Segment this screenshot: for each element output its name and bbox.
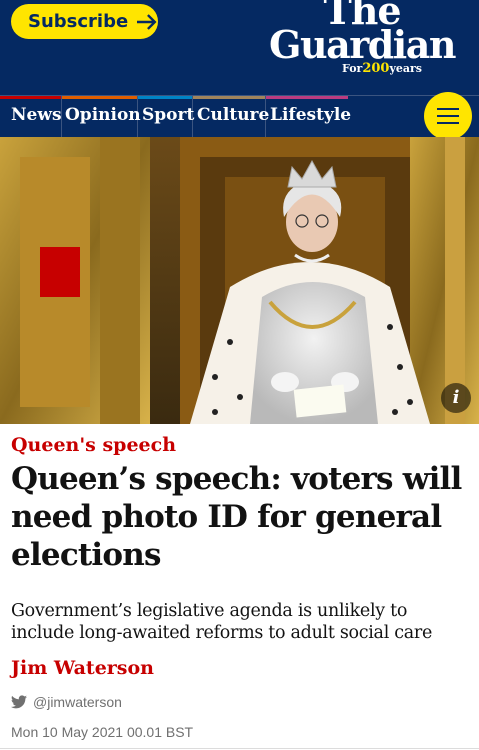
subscribe-button[interactable]: Subscribe	[11, 4, 158, 39]
twitter-handle: @jimwaterson	[33, 694, 122, 710]
nav-item-label: Culture	[197, 105, 270, 125]
divider	[0, 748, 479, 749]
hero-image: i	[0, 137, 479, 424]
nav-item-label: Opinion	[65, 105, 141, 125]
nav-item-label: Lifestyle	[270, 105, 352, 125]
arrow-right-icon	[137, 13, 157, 30]
subscribe-label: Subscribe	[28, 11, 129, 32]
twitter-icon	[11, 695, 27, 709]
nav-item-sport[interactable]: Sport	[138, 96, 195, 137]
author-byline[interactable]: Jim Waterson	[11, 657, 154, 679]
article-headline: Queen’s speech: voters will need photo I…	[11, 461, 462, 573]
menu-button[interactable]	[424, 92, 472, 140]
article-kicker[interactable]: Queen's speech	[11, 434, 176, 456]
author-twitter[interactable]: @jimwaterson	[11, 694, 122, 710]
nav-item-news[interactable]: News	[0, 96, 62, 137]
article-standfirst: Government’s legislative agenda is unlik…	[11, 601, 433, 643]
hero-illustration	[0, 137, 479, 424]
nav-item-label: Sport	[142, 105, 195, 125]
hamburger-icon	[437, 108, 459, 110]
image-info-button[interactable]: i	[441, 383, 471, 413]
nav-item-opinion[interactable]: Opinion	[62, 96, 141, 137]
section-nav: News Opinion Sport Culture Lifestyle	[0, 95, 479, 137]
logo-guardian: Guardian	[269, 22, 456, 67]
nav-item-lifestyle[interactable]: Lifestyle	[266, 96, 352, 137]
masthead: Subscribe The Guardian For200years	[0, 0, 479, 95]
nav-item-culture[interactable]: Culture	[193, 96, 270, 137]
nav-item-label: News	[11, 105, 62, 125]
guardian-logo[interactable]: The Guardian For200years	[269, 0, 456, 76]
publish-date: Mon 10 May 2021 00.01 BST	[11, 724, 194, 740]
